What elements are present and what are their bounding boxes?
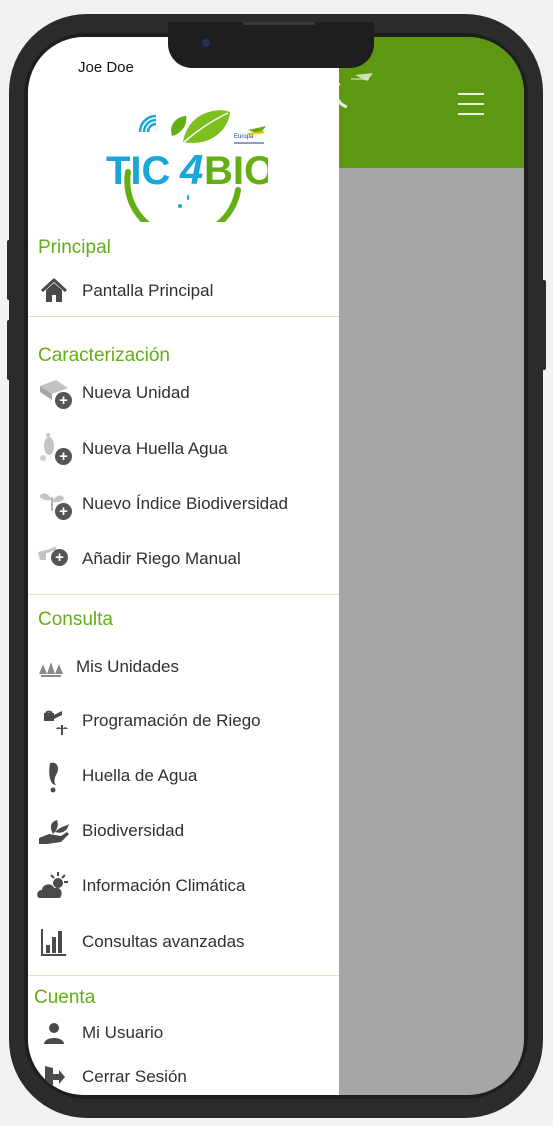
menu-item-consultas-avanzadas[interactable]: Consultas avanzadas (34, 924, 334, 960)
svg-text:BIO: BIO (204, 149, 268, 193)
divider (28, 316, 339, 317)
menu-item-label: Programación de Riego (82, 711, 261, 730)
section-title-caracterizacion: Caracterización (38, 345, 170, 366)
section-title-principal: Principal (38, 237, 111, 258)
phone-bezel: Joe Doe TIC 4 BIO Europa Principal Panta… (24, 33, 528, 1099)
sprout-hand-icon (34, 813, 74, 849)
bar-chart-icon (34, 924, 74, 960)
footprint-icon (34, 758, 74, 794)
divider (28, 975, 339, 976)
menu-item-nueva-huella-agua[interactable]: + Nueva Huella Agua (34, 431, 334, 467)
menu-item-cerrar-sesion[interactable]: Cerrar Sesión (34, 1059, 334, 1095)
new-water-footprint-icon: + (34, 431, 74, 467)
menu-item-label: Nueva Unidad (82, 383, 190, 402)
menu-item-mi-usuario[interactable]: Mi Usuario (34, 1015, 334, 1051)
menu-item-label: Consultas avanzadas (82, 932, 245, 951)
menu-item-label: Nueva Huella Agua (82, 439, 228, 458)
svg-text:TIC: TIC (106, 149, 170, 193)
new-unit-icon: + (34, 375, 74, 411)
menu-item-label: Añadir Riego Manual (82, 549, 241, 568)
menu-item-label: Huella de Agua (82, 766, 198, 785)
phone-frame: Joe Doe TIC 4 BIO Europa Principal Panta… (9, 14, 543, 1118)
new-biodiversity-icon: + (34, 486, 74, 522)
header-logo-fragment (335, 73, 373, 109)
svg-text:Europa: Europa (234, 134, 254, 140)
section-title-consulta: Consulta (38, 609, 113, 630)
menu-item-label: Nuevo Índice Biodiversidad (82, 494, 289, 513)
section-title-cuenta: Cuenta (34, 987, 96, 1008)
watering-can-icon (34, 703, 74, 739)
menu-item-programacion-de-riego[interactable]: Programación de Riego (34, 703, 334, 739)
menu-item-nuevo-indice-biodiversidad[interactable]: + Nuevo Índice Biodiversidad (34, 486, 334, 522)
menu-item-huella-de-agua[interactable]: Huella de Agua (34, 758, 334, 794)
phone-screen: Joe Doe TIC 4 BIO Europa Principal Panta… (28, 37, 524, 1095)
menu-item-nueva-unidad[interactable]: + Nueva Unidad (34, 375, 334, 411)
menu-item-mis-unidades[interactable]: Mis Unidades (34, 649, 334, 685)
add-manual-irrigation-icon: + (34, 541, 74, 577)
menu-item-label: Biodiversidad (82, 821, 185, 840)
menu-item-informacion-climatica[interactable]: Información Climática (34, 868, 334, 904)
menu-item-label: Información Climática (82, 876, 246, 895)
speaker-grille (243, 22, 315, 25)
menu-item-anadir-riego-manual[interactable]: + Añadir Riego Manual (34, 541, 334, 577)
divider (28, 594, 339, 595)
home-icon (34, 273, 74, 309)
logout-icon (34, 1059, 74, 1095)
units-icon (34, 649, 68, 685)
tic4bio-logo: TIC 4 BIO Europa (106, 110, 268, 222)
menu-item-pantalla-principal[interactable]: Pantalla Principal (34, 273, 334, 309)
navigation-drawer: Joe Doe TIC 4 BIO Europa Principal Panta… (28, 37, 339, 1095)
svg-text:4: 4 (179, 146, 203, 193)
menu-item-label: Mis Unidades (76, 657, 179, 676)
camera-icon (199, 36, 213, 50)
user-name: Joe Doe (78, 59, 134, 76)
menu-item-label: Pantalla Principal (82, 281, 214, 300)
menu-item-biodiversidad[interactable]: Biodiversidad (34, 813, 334, 849)
weather-icon (34, 868, 74, 904)
user-icon (34, 1015, 74, 1051)
menu-item-label: Mi Usuario (82, 1023, 164, 1042)
menu-item-label: Cerrar Sesión (82, 1067, 187, 1086)
menu-icon[interactable] (458, 93, 484, 115)
